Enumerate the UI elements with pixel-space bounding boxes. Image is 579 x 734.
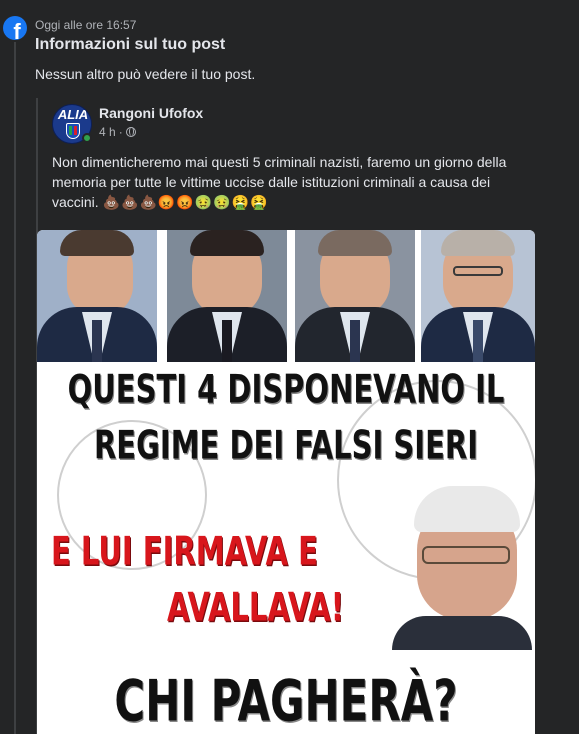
avatar-text: ALIA [57, 107, 89, 122]
post-time[interactable]: 4 h [99, 125, 116, 139]
headline-line-1: QUESTI 4 DISPONEVANO IL [67, 366, 505, 412]
facebook-icon[interactable]: f [3, 16, 27, 40]
person-photo [167, 230, 287, 362]
notification-title: Informazioni sul tuo post [35, 36, 226, 53]
headline-line-4: AVALLAVA! [167, 584, 344, 630]
person-photo [421, 230, 535, 362]
headline-line-3: E LUI FIRMAVA E [51, 528, 318, 574]
person-photo [37, 230, 157, 362]
headline-line-5: CHI PAGHERÀ? [114, 668, 458, 734]
shield-icon [66, 123, 80, 139]
post-emojis: 💩💩💩😡😡🤢🤢🤮🤮 [102, 194, 269, 210]
post-image[interactable]: QUESTI 4 DISPONEVANO IL REGIME DEI FALSI… [37, 230, 535, 734]
meta-separator: · [118, 125, 123, 139]
person-photo [295, 230, 415, 362]
online-status-dot [82, 133, 92, 143]
notification-timestamp: Oggi alle ore 16:57 [35, 18, 137, 32]
post-author[interactable]: Rangoni Ufofox [99, 105, 203, 121]
headline-line-2: REGIME DEI FALSI SIERI [93, 422, 479, 468]
post-meta: 4 h · [99, 125, 136, 139]
notification-body: Nessun altro può vedere il tuo post. [35, 66, 256, 82]
globe-icon [125, 127, 136, 137]
photo-strip [37, 230, 535, 362]
post-text: Non dimenticheremo mai questi 5 criminal… [52, 152, 532, 212]
thread-line [14, 42, 16, 734]
